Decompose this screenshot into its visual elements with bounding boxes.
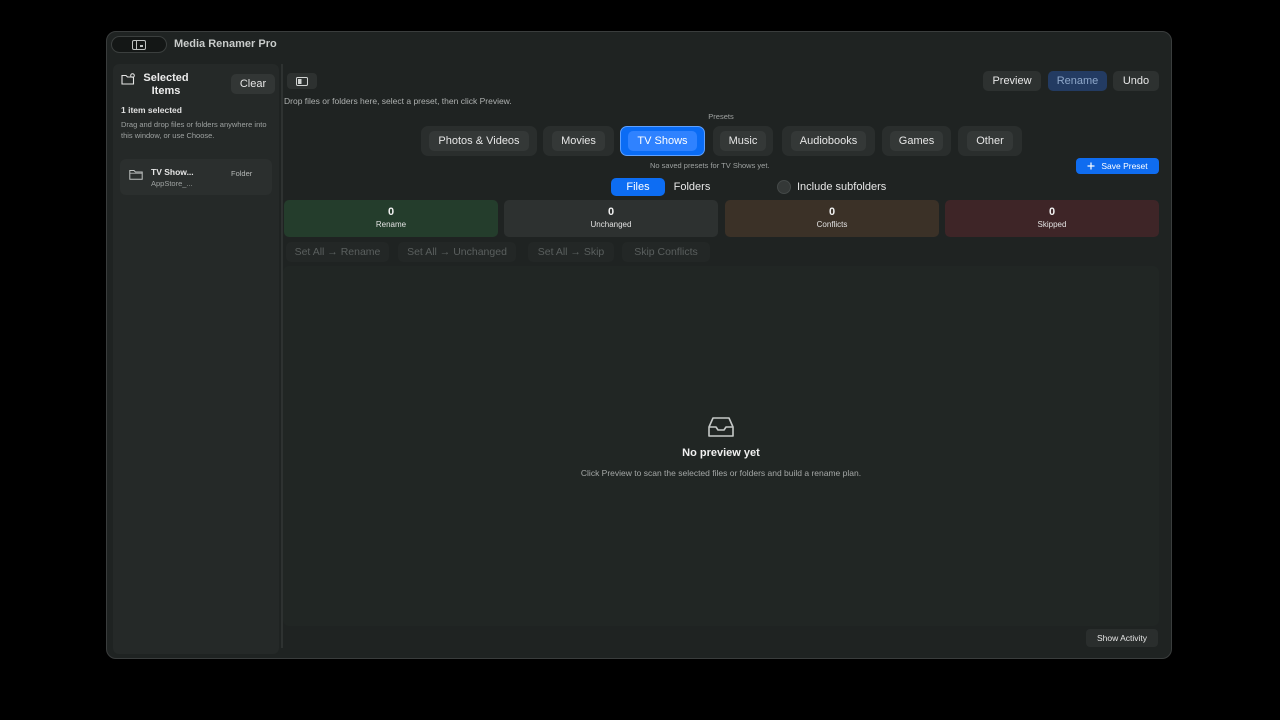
stat-rename: 0 Rename [284, 200, 498, 237]
stat-label: Skipped [1037, 220, 1067, 229]
tray-icon [708, 417, 734, 437]
set-all-unchanged-button[interactable]: Set All → Unchanged [398, 242, 516, 262]
preset-tv-shows[interactable]: TV Shows [620, 126, 705, 156]
preset-photos-videos[interactable]: Photos & Videos [421, 126, 537, 156]
folder-icon [121, 73, 135, 85]
sidebar-toggle-button[interactable] [111, 36, 167, 53]
undo-button[interactable]: Undo [1113, 71, 1159, 91]
preset-movies[interactable]: Movies [543, 126, 614, 156]
stat-label: Unchanged [590, 220, 632, 229]
skip-conflicts-button[interactable]: Skip Conflicts [622, 242, 710, 262]
app-window: Media Renamer Pro Selected Items Clear 1… [106, 31, 1172, 659]
folder-icon [129, 170, 143, 180]
preset-label: Music [719, 131, 767, 151]
sidebar: Selected Items Clear 1 item selected Dra… [113, 64, 279, 654]
inspector-toggle-button[interactable] [287, 73, 317, 89]
show-activity-button[interactable]: Show Activity [1086, 629, 1158, 647]
preset-music[interactable]: Music [713, 126, 773, 156]
stat-label: Conflicts [816, 220, 848, 229]
save-preset-label: Save Preset [1101, 161, 1148, 171]
item-kind: Folder [231, 169, 253, 178]
preset-games[interactable]: Games [882, 126, 951, 156]
stat-skipped: 0 Skipped [945, 200, 1159, 237]
segment-folders[interactable]: Folders [665, 178, 719, 196]
subfolders-label: Include subfolders [797, 181, 887, 193]
app-title: Media Renamer Pro [174, 38, 277, 50]
item-name: TV Show... [151, 167, 194, 177]
drop-hint: Drop files or folders here, select a pre… [284, 96, 512, 106]
sidebar-header: Selected Items [121, 72, 191, 98]
preset-other[interactable]: Other [958, 126, 1022, 156]
stat-label: Rename [375, 220, 407, 229]
stat-conflicts: 0 Conflicts [725, 200, 939, 237]
sidebar-title: Selected Items [143, 72, 189, 97]
stat-value: 0 [607, 206, 615, 218]
stat-value: 0 [387, 206, 395, 218]
stat-value: 0 [1048, 206, 1056, 218]
rename-button[interactable]: Rename [1048, 71, 1107, 91]
preset-label: Games [889, 131, 944, 151]
segment-files[interactable]: Files [611, 178, 665, 196]
preview-area [283, 266, 1159, 626]
preset-label: TV Shows [628, 131, 697, 151]
list-item[interactable]: TV Show... AppStore_... Folder [120, 159, 272, 195]
no-presets-message: No saved presets for TV Shows yet. [650, 161, 770, 170]
preset-audiobooks[interactable]: Audiobooks [782, 126, 875, 156]
plus-icon [1087, 162, 1095, 170]
preset-label: Photos & Videos [429, 131, 529, 151]
clear-button[interactable]: Clear [231, 74, 275, 94]
preset-label: Movies [552, 131, 605, 151]
preset-label: Audiobooks [790, 131, 867, 151]
subfolders-checkbox[interactable] [777, 180, 791, 194]
set-all-rename-button[interactable]: Set All → Rename [286, 242, 389, 262]
preview-button[interactable]: Preview [983, 71, 1041, 91]
sidebar-icon [132, 39, 146, 50]
set-all-skip-button[interactable]: Set All → Skip [528, 242, 614, 262]
include-subfolders-toggle[interactable]: Include subfolders [777, 180, 886, 194]
empty-state-subtitle: Click Preview to scan the selected files… [580, 468, 862, 478]
stat-value: 0 [828, 206, 836, 218]
empty-state-title: No preview yet [682, 447, 760, 459]
preset-label: Other [967, 131, 1013, 151]
save-preset-button[interactable]: Save Preset [1076, 158, 1159, 174]
selection-hint: Drag and drop files or folders anywhere … [121, 120, 267, 140]
presets-label: Presets [708, 112, 734, 121]
title-bar: Media Renamer Pro [107, 32, 1171, 58]
panel-icon [296, 76, 308, 86]
item-subtitle: AppStore_... [151, 179, 193, 188]
files-folders-segment: Files Folders [611, 178, 719, 196]
stat-unchanged: 0 Unchanged [504, 200, 718, 237]
